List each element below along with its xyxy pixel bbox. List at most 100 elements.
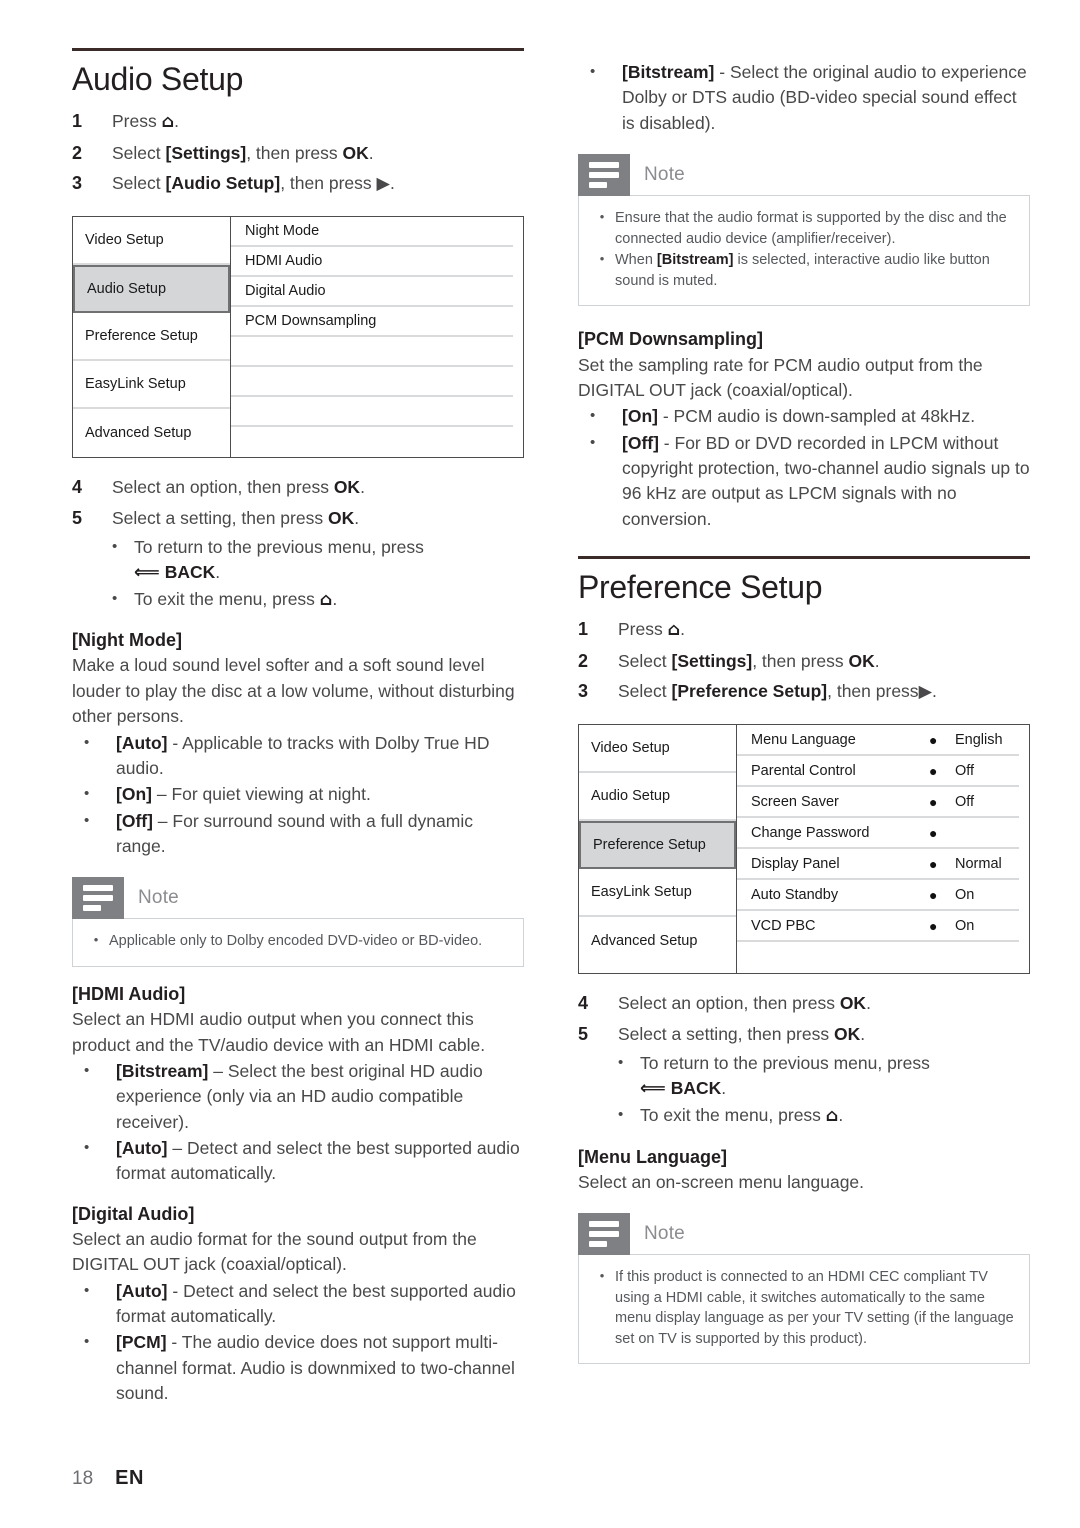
option-key: [Auto] <box>116 732 168 753</box>
bullet-text: To exit the menu, press ⌂. <box>640 1105 844 1127</box>
menu-option-row[interactable]: HDMI Audio <box>231 247 513 278</box>
ok-token: OK <box>839 993 867 1014</box>
option-text: For quiet viewing at night. <box>171 784 371 805</box>
step-text: Press ⌂. <box>618 618 686 640</box>
option-key: [Bitstream] <box>116 1060 209 1081</box>
menu-option-label: Change Password <box>751 824 870 841</box>
radio-icon: ● <box>929 855 938 872</box>
note-box-audio-format: Note • Ensure that the audio format is s… <box>578 154 1030 307</box>
option-key: [PCM] <box>116 1332 167 1353</box>
menu-option-label: Parental Control <box>751 762 856 779</box>
home-icon: ⌂ <box>161 111 175 132</box>
bullet-text: [Off] - For BD or DVD recorded in LPCM w… <box>622 431 1030 533</box>
bullet-dot: • <box>599 251 605 267</box>
left-column: Audio Setup 1 Press ⌂. 2 Select [Setting… <box>72 48 524 1408</box>
menu-item-video-setup[interactable]: Video Setup <box>73 217 230 266</box>
step-number: 5 <box>578 1023 589 1044</box>
menu-option-row[interactable]: Parental Control ● Off <box>737 756 1019 788</box>
option-night-auto: • [Auto] - Applicable to tracks with Dol… <box>72 731 524 782</box>
heading-menu-language: [Menu Language] <box>578 1146 727 1167</box>
note-text: When [Bitstream] is selected, interactiv… <box>615 250 1015 291</box>
ok-token: OK <box>333 477 361 498</box>
menu-category-list: Video Setup Audio Setup Preference Setup… <box>579 725 737 974</box>
menu-option-list: Menu Language ● English Parental Control ● O… <box>737 725 1029 973</box>
section-rule-preference <box>578 556 1030 560</box>
note-icon <box>72 877 124 920</box>
bullet-dot: • <box>599 1268 605 1284</box>
bullet-dot: • <box>84 1333 90 1351</box>
menu-option-label: HDMI Audio <box>245 253 323 270</box>
home-icon: ⌂ <box>319 590 333 611</box>
menu-option-row[interactable]: Auto Standby ● On <box>737 880 1019 912</box>
menu-item-advanced-setup[interactable]: Advanced Setup <box>579 917 736 966</box>
step-row: 4 Select an option, then press OK. <box>72 472 524 503</box>
menu-item-audio-setup[interactable]: Audio Setup <box>579 773 736 822</box>
step-number: 3 <box>578 681 589 702</box>
note-item: • Applicable only to Dolby encoded DVD-v… <box>83 931 509 952</box>
bullet-line: To return to the previous menu, press <box>640 1052 930 1073</box>
audio-setup-steps: 1 Press ⌂. 2 Select [Settings], then pre… <box>72 106 524 200</box>
note-label: Note <box>138 887 179 909</box>
option-sep: - <box>167 1280 184 1301</box>
section-rule-audio <box>72 48 524 51</box>
step-text: Select [Preference Setup], then press▶. <box>618 681 937 703</box>
menu-option-label: PCM Downsampling <box>245 313 377 330</box>
menu-option-row[interactable]: PCM Downsampling <box>231 307 513 338</box>
menu-item-audio-setup[interactable]: Audio Setup <box>73 265 230 314</box>
menu-option-row[interactable]: VCD PBC ● On <box>737 911 1019 943</box>
menu-option-row[interactable]: Change Password ● <box>737 818 1019 850</box>
step-row: 3 Select [Audio Setup], then press ▶. <box>72 168 524 200</box>
option-digital-auto: • [Auto] - Detect and select the best su… <box>72 1279 524 1330</box>
menu-option-label: Night Mode <box>245 223 320 240</box>
bullet-dot: • <box>112 537 118 555</box>
bullet-dot: • <box>84 733 90 751</box>
menu-item-preference-setup[interactable]: Preference Setup <box>73 313 230 362</box>
menu-item-easylink-setup[interactable]: EasyLink Setup <box>73 361 230 410</box>
preference-setup-steps: 1 Press ⌂. 2 Select [Settings], then pre… <box>578 614 1030 708</box>
menu-option-row[interactable]: Night Mode <box>231 217 513 248</box>
manual-page: Audio Setup 1 Press ⌂. 2 Select [Setting… <box>0 0 1080 1528</box>
step-text: Select [Audio Setup], then press ▶. <box>112 173 395 195</box>
bullet-text: [Auto] – Detect and select the best supp… <box>116 1136 524 1187</box>
back-arrow-icon: ⟸ <box>640 1078 666 1100</box>
menu-option-row[interactable]: Digital Audio <box>231 277 513 308</box>
menu-item-easylink-setup[interactable]: EasyLink Setup <box>579 869 736 918</box>
menu-option-row[interactable]: Display Panel ● Normal <box>737 849 1019 881</box>
menu-item-video-setup[interactable]: Video Setup <box>579 725 736 774</box>
option-digital-bitstream: • [Bitstream] - Select the original audi… <box>578 60 1030 136</box>
note-label: Note <box>644 164 685 186</box>
bullet-dot: • <box>618 1053 624 1071</box>
menu-option-label: Digital Audio <box>245 283 326 300</box>
radio-icon: ● <box>929 793 938 810</box>
step-text: Select [Settings], then press OK. <box>618 650 880 671</box>
preference-setup-menu: Video Setup Audio Setup Preference Setup… <box>578 724 1030 975</box>
bullet-text: [On] – For quiet viewing at night. <box>116 782 524 807</box>
bullet-text: [Bitstream] – Select the best original H… <box>116 1059 524 1135</box>
menu-option-row[interactable]: Menu Language ● English <box>737 725 1019 757</box>
menu-option-row[interactable]: Screen Saver ● Off <box>737 787 1019 819</box>
menu-option-list: Night Mode HDMI Audio Digital Audio PCM … <box>231 217 523 457</box>
page-title-preference-setup: Preference Setup <box>578 569 823 606</box>
step-number: 2 <box>578 650 589 671</box>
step-text: Select [Settings], then press OK. <box>112 142 374 163</box>
settings-token: [Settings] <box>671 650 753 671</box>
option-sep: - <box>167 732 183 753</box>
menu-option-value: Normal <box>955 855 1002 872</box>
menu-item-preference-setup[interactable]: Preference Setup <box>579 821 736 870</box>
bullet-dot: • <box>599 209 605 225</box>
option-key: [Off] <box>116 810 153 831</box>
step-row: 2 Select [Settings], then press OK. <box>72 138 524 169</box>
bullet-return-previous: • To return to the previous menu, press ⟸… <box>72 535 524 586</box>
step-row: 4 Select an option, then press OK. <box>578 988 1030 1019</box>
bullet-return-previous: • To return to the previous menu, press ⟸… <box>578 1051 1030 1102</box>
step-number: 1 <box>72 110 83 131</box>
note-text: Ensure that the audio format is supporte… <box>615 210 1007 247</box>
radio-icon: ● <box>929 917 938 934</box>
option-key: [Bitstream] <box>622 62 715 82</box>
bullet-text: [On] - PCM audio is down-sampled at 48kH… <box>622 404 1030 429</box>
bullet-dot: • <box>590 433 596 451</box>
step-text: Select an option, then press OK. <box>618 993 871 1014</box>
menu-item-advanced-setup[interactable]: Advanced Setup <box>73 409 230 458</box>
bullet-text: [Auto] - Applicable to tracks with Dolby… <box>116 731 524 782</box>
menu-option-value: Off <box>955 762 975 779</box>
